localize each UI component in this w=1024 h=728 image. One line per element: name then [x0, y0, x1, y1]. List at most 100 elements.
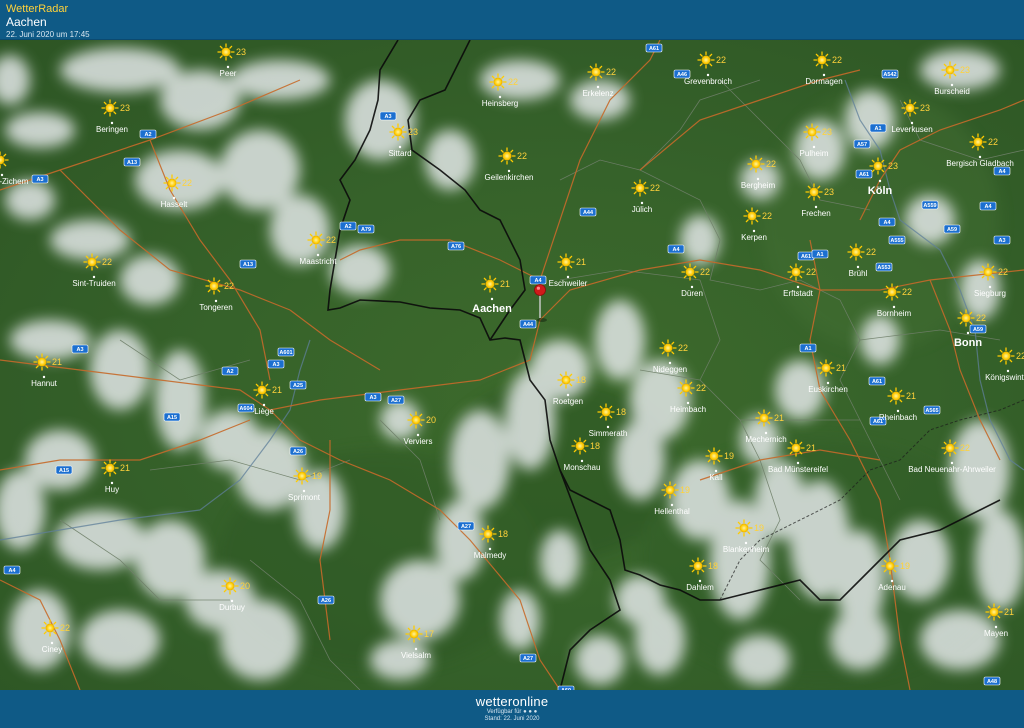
highway-badge: A15: [55, 465, 73, 475]
temperature-value: 23: [822, 127, 832, 137]
city-name: Durbuy: [219, 603, 245, 612]
sun-icon: [307, 231, 325, 249]
svg-text:A15: A15: [59, 468, 69, 474]
sun-icon: [101, 459, 119, 477]
city-name: Kall: [709, 473, 723, 482]
highway-badge: A4: [667, 244, 685, 254]
sun-icon: [33, 353, 51, 371]
svg-text:A3: A3: [369, 395, 376, 401]
svg-text:A48: A48: [987, 679, 997, 685]
temperature-value: 17: [424, 629, 434, 639]
svg-text:A601: A601: [279, 350, 292, 356]
temperature-value: 22: [988, 137, 998, 147]
city-marker[interactable]: 21 Eschweiler: [549, 253, 588, 288]
city-name: Hasselt: [161, 200, 188, 209]
temperature-value: 21: [774, 413, 784, 423]
city-dot: [302, 489, 306, 493]
temperature-value: 22: [766, 159, 776, 169]
city-dot: [756, 177, 760, 181]
highway-badge: A4: [878, 217, 896, 227]
sun-icon: [881, 557, 899, 575]
city-marker[interactable]: 22 Nideggen: [653, 339, 688, 374]
city-name: Mayen: [984, 629, 1008, 638]
sun-icon: [221, 577, 239, 595]
highway-badge: A57: [853, 139, 871, 149]
temperature-value: 21: [806, 443, 816, 453]
highway-badge: A3: [379, 111, 397, 121]
sun-icon: [0, 151, 9, 169]
city-name: Leverkusen: [891, 125, 932, 134]
city-marker[interactable]: 23 Beringen: [96, 99, 130, 134]
temperature-value: 19: [312, 471, 322, 481]
sun-icon: [479, 525, 497, 543]
sun-icon: [631, 179, 649, 197]
svg-text:A553: A553: [877, 265, 890, 271]
city-dot: [596, 85, 600, 89]
svg-text:A2: A2: [226, 369, 233, 375]
highway-badge: A1: [869, 123, 887, 133]
sun-icon: [743, 207, 761, 225]
temperature-value: 22: [517, 151, 527, 161]
city-dot: [978, 155, 982, 159]
city-name: Bad Neuenahr-Ahrweiler: [908, 465, 996, 474]
city-marker[interactable]: 22 Tongeren: [199, 277, 234, 312]
svg-text:A3: A3: [384, 114, 391, 120]
temperature-value: 23: [236, 47, 246, 57]
city-dot: [896, 409, 900, 413]
city-marker[interactable]: 22 Grevenbroich: [684, 51, 732, 86]
city-marker[interactable]: 22 Dormagen: [805, 51, 843, 86]
city-dot: [640, 201, 644, 205]
svg-text:A1: A1: [874, 126, 881, 132]
svg-text:A4: A4: [534, 278, 542, 284]
city-marker[interactable]: 22 Düren: [681, 263, 710, 298]
svg-text:A4: A4: [984, 204, 992, 210]
highway-badge: A27: [457, 521, 475, 531]
city-marker[interactable]: 22 Geilenkirchen: [485, 147, 534, 182]
highway-badge: A3: [31, 174, 49, 184]
city-name: Huy: [105, 485, 119, 494]
sun-icon: [481, 275, 499, 293]
city-dot: [172, 196, 176, 200]
svg-text:A61: A61: [872, 379, 882, 385]
city-dot: [822, 73, 826, 77]
city-dot: [316, 253, 320, 257]
wetteronline-logo[interactable]: wetteronline: [0, 694, 1024, 709]
highway-badge: A2: [221, 366, 239, 376]
city-marker[interactable]: 21 Liège: [253, 381, 282, 416]
city-name: Siegburg: [974, 289, 1006, 298]
city-marker[interactable]: 21 Huy: [101, 459, 130, 494]
app-brand[interactable]: WetterRadar: [6, 3, 1018, 16]
city-marker[interactable]: heuvel-Zichem: [0, 151, 29, 186]
map-canvas[interactable]: A61A46 A542A1A57A3A61 A4A4A559A59A44A4A4A6…: [0, 40, 1024, 690]
city-name: heuvel-Zichem: [0, 177, 29, 186]
city-dot: [744, 541, 748, 545]
city-marker[interactable]: 22 Königswinter: [985, 347, 1024, 382]
city-marker[interactable]: 21 Rheinbach: [879, 387, 917, 422]
sun-icon: [659, 339, 677, 357]
weather-map[interactable]: A61 A46 A542 A1 A57 A3 A61 A4 A4 A559 A59 A44 A4 A4 A6…: [0, 40, 1024, 690]
svg-text:A27: A27: [391, 398, 401, 404]
highway-badge: A2: [139, 129, 157, 139]
city-marker[interactable]: 21 Aachen: [472, 275, 512, 315]
city-marker[interactable]: 22 Jülich: [631, 179, 660, 214]
highway-badge: A1: [799, 343, 817, 353]
city-dot: [566, 275, 570, 279]
svg-text:A27: A27: [523, 656, 533, 662]
sun-icon: [805, 183, 823, 201]
city-name: Euskirchen: [808, 385, 848, 394]
city-dot: [262, 403, 266, 407]
highway-badge: A44: [519, 319, 537, 329]
highway-badge: A565: [923, 405, 941, 415]
city-dot: [796, 285, 800, 289]
city-name: Vielsalm: [401, 651, 431, 660]
sun-icon: [979, 263, 997, 281]
city-name: Dormagen: [805, 77, 842, 86]
sun-icon: [489, 73, 507, 91]
city-dot: [507, 169, 511, 173]
temperature-value: 23: [920, 103, 930, 113]
location-pin-icon[interactable]: [534, 284, 548, 323]
city-name: Mechernich: [745, 435, 786, 444]
sun-icon: [985, 603, 1003, 621]
sun-icon: [817, 359, 835, 377]
sun-icon: [389, 123, 407, 141]
